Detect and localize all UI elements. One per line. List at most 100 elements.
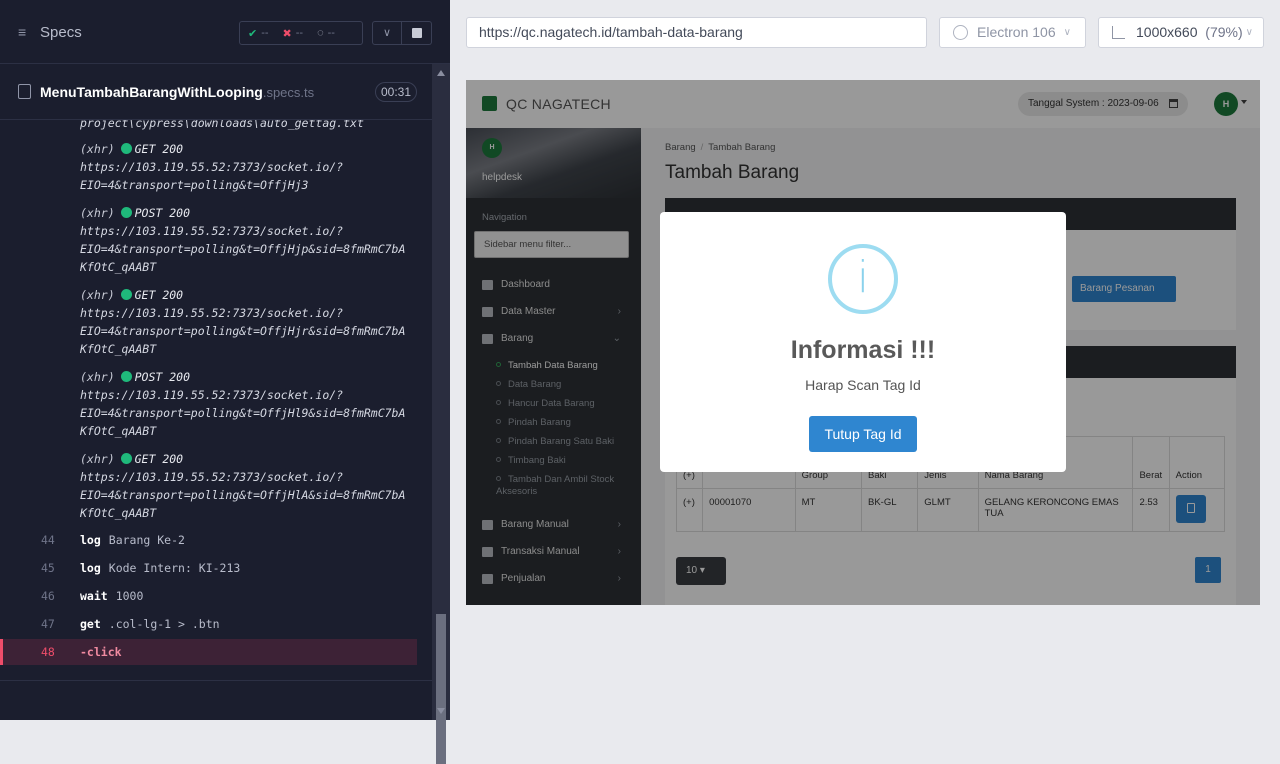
info-modal: i Informasi !!! Harap Scan Tag Id Tutup … (660, 212, 1066, 472)
request-url: KfOtC_qAABT (80, 342, 157, 356)
specs-header: ≡ Specs ✔ -- ✖ -- ◌ -- ∨ (0, 0, 450, 64)
failed-count: -- (295, 27, 304, 39)
app-preview: QC NAGATECH Tanggal System : 2023-09-06 … (466, 80, 1260, 605)
request-method: POST 200 (134, 370, 191, 384)
command-number: 44 (41, 533, 55, 547)
passed-icon: ✔ (248, 27, 258, 40)
failed-icon: ✖ (282, 27, 292, 40)
request-method: GET 200 (134, 288, 184, 302)
request-url: KfOtC_qAABT (80, 424, 157, 438)
status-dot-icon (120, 207, 132, 218)
chevron-down-icon: ∨ (1245, 27, 1253, 38)
specs-title[interactable]: Specs (40, 24, 82, 41)
file-icon (18, 84, 31, 99)
request-entry[interactable]: (xhr) POST 200 https://103.119.55.52:7373… (80, 368, 405, 440)
command-number: 46 (41, 589, 55, 603)
command-label: get (80, 617, 101, 631)
viewport-size: 1000x660 (1136, 24, 1198, 40)
request-method: POST 200 (134, 206, 191, 220)
passed-count: -- (261, 27, 269, 39)
command-log-panel: ≡ Specs ✔ -- ✖ -- ◌ -- ∨ MenuTambahBaran… (0, 0, 450, 764)
request-url: KfOtC_qAABT (80, 506, 157, 520)
command-arg: 1000 (115, 589, 144, 603)
command-arg: Barang Ke-2 (108, 533, 185, 547)
command-row[interactable]: 45 log Kode Intern: KI-213 (0, 555, 417, 581)
status-dot-icon (120, 143, 132, 154)
electron-icon (953, 25, 968, 40)
request-url: EIO=4&transport=polling&t=OffjHjp&sid=8f… (80, 242, 406, 256)
request-url: https://103.119.55.52:7373/socket.io/? (80, 470, 344, 484)
log-scrollbar[interactable] (432, 64, 450, 764)
stop-button[interactable] (402, 21, 432, 45)
command-number: 48 (41, 645, 55, 659)
specs-menu-icon[interactable]: ≡ (18, 25, 32, 39)
request-url: EIO=4&transport=polling&t=OffjHjr&sid=8f… (80, 324, 406, 338)
log-footer (0, 680, 432, 720)
request-entry[interactable]: (xhr) GET 200 https://103.119.55.52:7373/… (80, 140, 343, 194)
tutup-tag-id-button[interactable]: Tutup Tag Id (809, 416, 917, 452)
command-name: wait 1000 (80, 583, 143, 609)
url-bar[interactable]: https://qc.nagatech.id/tambah-data-baran… (466, 17, 927, 48)
command-row[interactable]: 44 log Barang Ke-2 (0, 527, 417, 553)
request-url: https://103.119.55.52:7373/socket.io/? (80, 160, 344, 174)
command-name: log Kode Intern: KI-213 (80, 555, 240, 581)
request-url: EIO=4&transport=polling&t=OffjHl9&sid=8f… (80, 406, 406, 420)
command-name: get .col-lg-1 > .btn (80, 611, 220, 637)
command-number: 47 (41, 617, 55, 631)
request-kind: (xhr) (80, 452, 115, 466)
request-kind: (xhr) (80, 142, 115, 156)
modal-message: Harap Scan Tag Id (805, 377, 921, 393)
viewport-zoom: (79%) (1205, 24, 1243, 40)
command-name: log Barang Ke-2 (80, 527, 185, 553)
request-url: https://103.119.55.52:7373/socket.io/? (80, 306, 344, 320)
scroll-up-icon[interactable] (437, 70, 445, 76)
request-entry[interactable]: (xhr) POST 200 https://103.119.55.52:7373… (80, 204, 405, 276)
request-entry[interactable]: (xhr) GET 200 https://103.119.55.52:7373/… (80, 286, 405, 358)
request-url: https://103.119.55.52:7373/socket.io/? (80, 224, 344, 238)
command-label: -click (80, 645, 122, 659)
request-url: EIO=4&transport=polling&t=OffjHj3 (80, 178, 309, 192)
test-stats: ✔ -- ✖ -- ◌ -- (239, 21, 363, 45)
request-url: EIO=4&transport=polling&t=OffjHlA&sid=8f… (80, 488, 406, 502)
pending-icon: ◌ (317, 27, 324, 39)
command-row[interactable]: 46 wait 1000 (0, 583, 417, 609)
command-arg: .col-lg-1 > .btn (108, 617, 220, 631)
spec-file-name: MenuTambahBarangWithLooping (40, 84, 263, 100)
command-arg: Kode Intern: KI-213 (108, 561, 241, 575)
spec-extension: .specs.ts (262, 85, 315, 100)
request-entry[interactable]: (xhr) GET 200 https://103.119.55.52:7373/… (80, 450, 405, 522)
command-label: wait (80, 589, 108, 603)
log-cut-line: project\cypress\downloads\auto_gettag.tx… (80, 120, 364, 130)
command-log: project\cypress\downloads\auto_gettag.tx… (0, 120, 432, 680)
status-dot-icon (120, 453, 132, 464)
chevron-down-icon[interactable]: ∨ (372, 21, 402, 45)
ruler-icon (1112, 26, 1125, 39)
status-dot-icon (120, 289, 132, 300)
command-label: log (80, 533, 101, 547)
spec-header: MenuTambahBarangWithLooping.specs.ts 00:… (0, 64, 432, 120)
spec-name: MenuTambahBarangWithLooping.specs.ts (40, 84, 314, 100)
command-row[interactable]: 47 get .col-lg-1 > .btn (0, 611, 417, 637)
chevron-down-icon: ∨ (1063, 27, 1071, 38)
request-url: KfOtC_qAABT (80, 260, 157, 274)
browser-selector[interactable]: Electron 106 ∨ (939, 17, 1086, 48)
status-dot-icon (120, 371, 132, 382)
viewport-selector[interactable]: 1000x660 (79%) ∨ (1098, 17, 1264, 48)
request-kind: (xhr) (80, 370, 115, 384)
scroll-down-icon[interactable] (437, 708, 445, 714)
request-method: GET 200 (134, 452, 184, 466)
browser-name: Electron 106 (977, 24, 1056, 40)
request-method: GET 200 (134, 142, 184, 156)
spec-duration: 00:31 (375, 82, 418, 102)
request-kind: (xhr) (80, 206, 115, 220)
command-row-active[interactable]: 48 -click (0, 639, 417, 665)
scrollbar-thumb[interactable] (436, 614, 446, 764)
command-number: 45 (41, 561, 55, 575)
stop-icon (412, 28, 422, 38)
command-label: log (80, 561, 101, 575)
request-kind: (xhr) (80, 288, 115, 302)
modal-title: Informasi !!! (790, 336, 936, 364)
pending-count: -- (327, 27, 335, 39)
info-icon: i (828, 244, 898, 314)
request-url: https://103.119.55.52:7373/socket.io/? (80, 388, 344, 402)
